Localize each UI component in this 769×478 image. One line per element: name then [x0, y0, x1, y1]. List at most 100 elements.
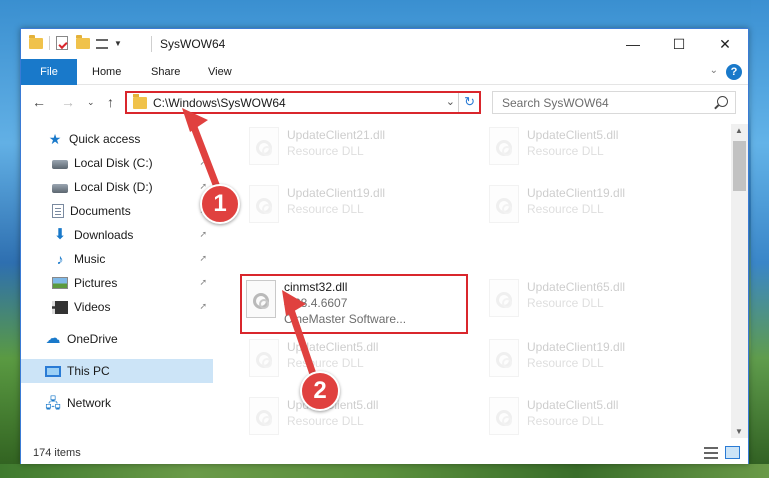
sidebar-item-local-disk-d[interactable]: Local Disk (D:) ➚	[21, 175, 213, 199]
file-item[interactable]: UpdateClient19.dll Resource DLL	[483, 180, 713, 236]
file-item[interactable]: UpdateClient5.dll Resource DLL	[243, 392, 473, 438]
file-item[interactable]: UpdateClient5.dll Resource DLL	[243, 334, 473, 390]
scroll-thumb[interactable]	[733, 141, 746, 191]
file-name: UpdateClient5.dll	[287, 340, 379, 354]
document-icon	[52, 204, 64, 218]
up-button[interactable]: ↑	[107, 94, 114, 110]
file-name: UpdateClient19.dll	[527, 340, 626, 354]
file-item[interactable]: UpdateClient19.dll Resource DLL	[483, 334, 713, 390]
vertical-scrollbar[interactable]: ▲ ▼	[731, 124, 748, 438]
dll-file-icon	[489, 279, 519, 317]
network-icon: 🖧	[45, 395, 61, 411]
file-description: Resource DLL	[527, 202, 604, 216]
sidebar-item-this-pc[interactable]: This PC	[21, 359, 213, 383]
sidebar-item-videos[interactable]: Videos ➚	[21, 295, 213, 319]
file-description: Resource DLL	[287, 202, 364, 216]
sidebar-item-label: Local Disk (D:)	[74, 180, 153, 194]
sidebar-item-pictures[interactable]: Pictures ➚	[21, 271, 213, 295]
minimize-button[interactable]: —	[610, 29, 656, 59]
file-item[interactable]: UpdateClient21.dll Resource DLL	[243, 124, 473, 178]
dll-file-icon	[489, 185, 519, 223]
search-icon[interactable]	[717, 96, 728, 107]
window-controls: — ☐ ✕	[610, 29, 748, 59]
sidebar-item-onedrive[interactable]: ☁ OneDrive	[21, 327, 213, 351]
tab-share[interactable]: Share	[140, 59, 191, 85]
file-name: UpdateClient21.dll	[287, 128, 386, 142]
file-item[interactable]: UpdateClient19.dll Resource DLL	[243, 180, 473, 236]
file-name: UpdateClient19.dll	[527, 186, 626, 200]
sidebar-item-music[interactable]: ♪ Music ➚	[21, 247, 213, 271]
search-input[interactable]: Search SysWOW64	[492, 91, 736, 114]
sidebar-item-label: OneDrive	[67, 332, 118, 346]
tab-home[interactable]: Home	[81, 59, 132, 85]
chevron-down-icon[interactable]: ▼	[114, 39, 122, 48]
sidebar-item-label: Quick access	[69, 132, 141, 146]
pin-icon[interactable]: ➚	[199, 301, 207, 312]
sidebar-item-downloads[interactable]: ⬇ Downloads ➚	[21, 223, 213, 247]
disk-icon	[52, 184, 68, 193]
computer-icon	[45, 365, 61, 377]
dll-file-icon	[489, 127, 519, 165]
desktop-background-right	[751, 0, 769, 478]
file-description: Resource DLL	[527, 414, 604, 428]
item-count: 174 items	[33, 447, 81, 459]
pin-icon[interactable]: ➚	[199, 157, 207, 168]
back-button[interactable]: ←	[32, 94, 46, 110]
explorer-window: ▼ SysWOW64 — ☐ ✕ File Home Share View ⌄ …	[20, 28, 749, 464]
customize-toolbar-icon[interactable]	[96, 39, 108, 49]
file-description: Resource DLL	[527, 356, 604, 370]
pin-icon[interactable]: ➚	[199, 253, 207, 264]
details-view-icon[interactable]	[704, 447, 718, 459]
close-button[interactable]: ✕	[702, 29, 748, 59]
dll-file-icon	[249, 185, 279, 223]
pin-icon[interactable]: ➚	[199, 229, 207, 240]
file-description: Resource DLL	[527, 296, 604, 310]
sidebar-item-label: Local Disk (C:)	[74, 156, 153, 170]
maximize-button[interactable]: ☐	[656, 29, 702, 59]
sidebar-item-quick-access[interactable]: ★ Quick access	[21, 127, 213, 151]
dll-file-icon	[489, 339, 519, 377]
new-folder-icon[interactable]	[76, 35, 90, 50]
file-description: Resource DLL	[287, 414, 364, 428]
file-item[interactable]: UpdateClient65.dll Resource DLL	[483, 274, 713, 330]
title-separator	[151, 36, 152, 52]
file-item[interactable]: UpdateClient5.dll Resource DLL	[483, 124, 713, 178]
sidebar-item-documents[interactable]: Documents ➚	[21, 199, 213, 223]
pin-icon[interactable]: ➚	[199, 277, 207, 288]
file-name: UpdateClient5.dll	[527, 398, 619, 412]
file-description: Resource DLL	[287, 356, 364, 370]
address-dropdown-button[interactable]: ⌄	[446, 95, 455, 108]
file-item[interactable]: UpdateClient5.dll Resource DLL	[483, 392, 713, 438]
scroll-down-icon[interactable]: ▼	[735, 427, 743, 436]
address-bar[interactable]: C:\Windows\SysWOW64 ⌄ ↻	[125, 91, 481, 114]
sidebar-item-local-disk-c[interactable]: Local Disk (C:) ➚	[21, 151, 213, 175]
file-description: Resource DLL	[527, 144, 604, 158]
toolbar-separator	[49, 36, 50, 50]
file-company: CineMaster Software...	[284, 312, 407, 326]
sidebar-item-network[interactable]: 🖧 Network	[21, 391, 213, 415]
help-icon[interactable]: ?	[726, 64, 742, 80]
address-path[interactable]: C:\Windows\SysWOW64	[153, 96, 286, 110]
step-badge-2: 2	[300, 371, 340, 411]
tab-view[interactable]: View	[197, 59, 243, 85]
navigation-pane: ★ Quick access Local Disk (C:) ➚ Local D…	[21, 124, 213, 438]
window-title: SysWOW64	[160, 37, 226, 51]
expand-ribbon-icon[interactable]: ⌄	[710, 65, 718, 76]
step-badge-1: 1	[200, 184, 240, 224]
sidebar-item-label: This PC	[67, 364, 110, 378]
file-item-cinmst32[interactable]: cinmst32.dll 4.38.4.6607 CineMaster Soft…	[240, 274, 468, 334]
navigation-bar: ← → ⌄ ↑ C:\Windows\SysWOW64 ⌄ ↻ Search S…	[21, 86, 748, 118]
quick-access-toolbar: ▼	[29, 35, 122, 50]
scroll-up-icon[interactable]: ▲	[735, 126, 743, 135]
recent-locations-button[interactable]: ⌄	[87, 97, 95, 108]
disk-icon	[52, 160, 68, 169]
large-icons-view-icon[interactable]	[725, 446, 740, 459]
refresh-button[interactable]: ↻	[464, 94, 475, 110]
pictures-icon	[52, 277, 68, 289]
properties-icon[interactable]	[56, 36, 70, 50]
folder-icon	[133, 94, 147, 109]
forward-button[interactable]: →	[61, 94, 75, 110]
dll-file-icon	[249, 127, 279, 165]
desktop-background-bottom	[0, 464, 769, 478]
tab-file[interactable]: File	[21, 59, 77, 85]
